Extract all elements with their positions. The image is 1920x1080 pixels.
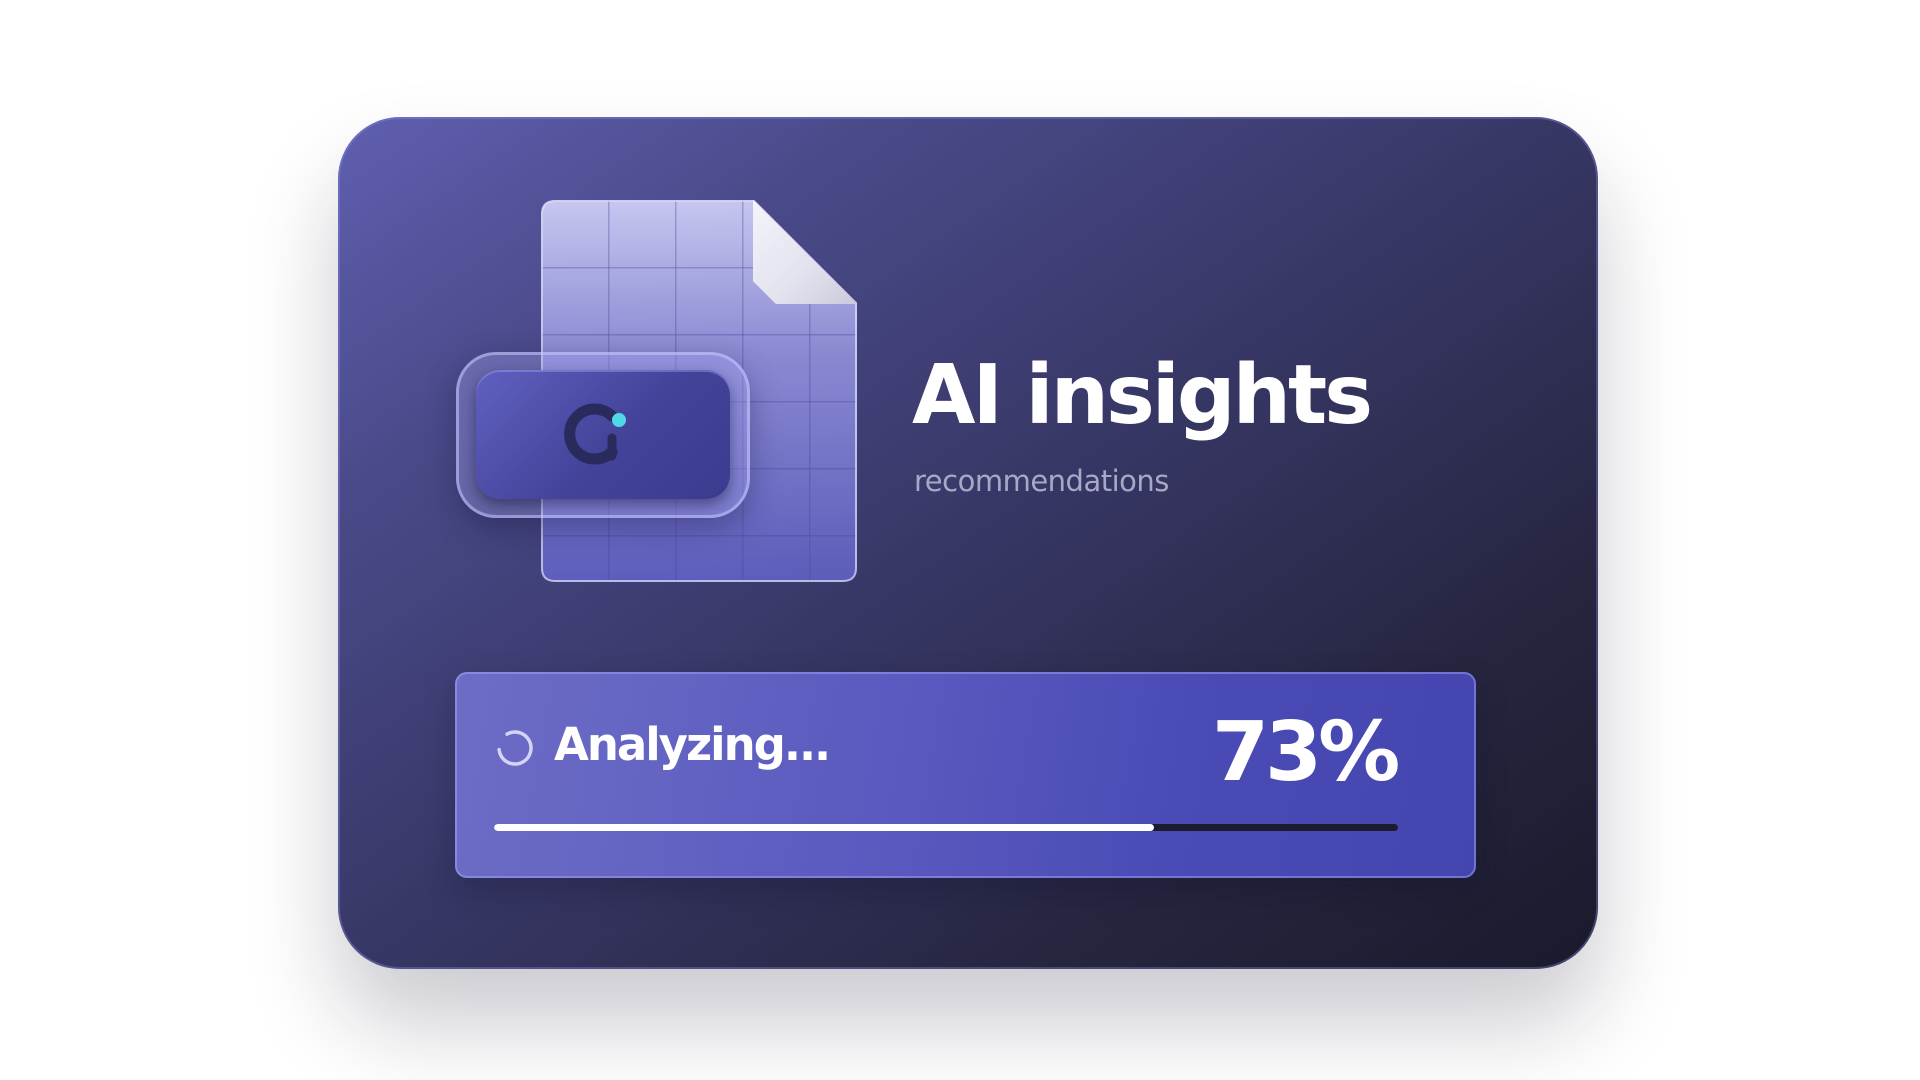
stage: AI insights recommendations Analyzing...… <box>0 0 1920 1080</box>
progress-bar-fill <box>494 824 1154 831</box>
progress-bar <box>494 824 1398 831</box>
progress-percent: 73% <box>1212 705 1400 800</box>
card-title: AI insights <box>912 348 1373 443</box>
card-subtitle: recommendations <box>914 464 1169 498</box>
ai-chip-logo-icon <box>564 403 626 465</box>
status-label: Analyzing... <box>554 718 831 771</box>
loading-spinner-icon <box>497 730 533 766</box>
